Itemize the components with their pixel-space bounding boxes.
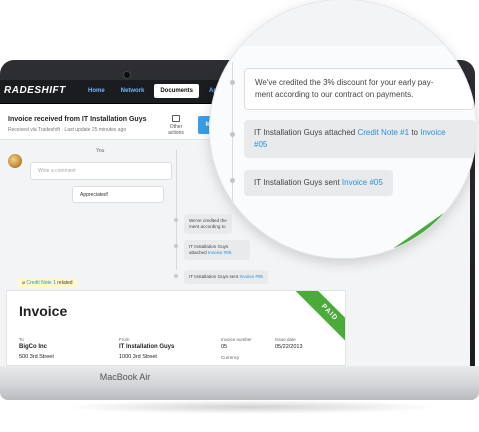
camera-icon (123, 71, 131, 79)
comment-bubble: Appreciated! (72, 186, 164, 203)
related-suffix: related (57, 280, 73, 286)
timeline-line (176, 150, 177, 270)
to-label: To (19, 337, 24, 342)
nav-network[interactable]: Network (115, 84, 151, 98)
laptop-shadow (60, 400, 440, 414)
device-label: MacBook Air (99, 372, 151, 382)
magnified-line: ment according to our contract on paymen… (255, 90, 414, 99)
document-title: Invoice received from IT Installation Gu… (8, 116, 147, 123)
from-label: From (119, 337, 130, 342)
currency-label: Currency (221, 355, 240, 360)
calendar-icon (172, 115, 180, 122)
app-logo: RADESHIFT (4, 85, 66, 96)
credit-note-link[interactable]: Credit Note 1 (26, 280, 55, 286)
invoice-link[interactable]: Invoice (420, 128, 445, 137)
to-name: BigCo Inc (19, 344, 47, 350)
issue-date-label: Issue date (275, 337, 296, 342)
system-message-credit: We've credited the ment according to (184, 214, 232, 234)
from-name: IT Installation Guys (119, 344, 175, 350)
magnified-line: We've credited the 3% discount for your … (255, 78, 434, 87)
to-street: 500 3rd Street (19, 354, 54, 360)
invoice-card: Invoice To BigCo Inc 500 3rd Street From… (6, 290, 346, 366)
magnifier-dot (230, 80, 235, 85)
system-message-attached: IT Installation Guys attached Invoice #0… (184, 240, 250, 260)
system-message-sent: IT Installation Guys sent Invoice #05 (184, 270, 268, 284)
magnified-text: IT Installation Guys sent (254, 178, 340, 187)
nav-documents[interactable]: Documents (154, 84, 200, 98)
magnified-sent-message: IT Installation Guys sent Invoice #05 (244, 170, 393, 196)
main-nav: Home Network Documents Apps (82, 84, 230, 98)
timeline-dot (174, 274, 178, 278)
timeline-dot (174, 218, 178, 222)
you-label: You (96, 148, 105, 154)
invoice-number-link[interactable]: #05 (254, 139, 466, 151)
other-actions-button[interactable]: Other actions (162, 115, 190, 136)
magnified-text: IT Installation Guys attached (254, 128, 356, 137)
comment-input[interactable]: Write a comment (30, 162, 172, 180)
invoice-link[interactable]: Invoice #05 (342, 178, 383, 187)
avatar (8, 154, 22, 168)
system-message-text: IT Installation Guys sent (189, 274, 239, 279)
system-message-line: ment according to (189, 224, 226, 229)
issue-date-value: 05/22/2013 (275, 344, 303, 350)
credit-note-link[interactable]: Credit Note #1 (357, 128, 409, 137)
magnified-attached-message: IT Installation Guys attached Credit Not… (244, 120, 476, 158)
other-actions-label: Other actions (168, 124, 184, 136)
nav-home[interactable]: Home (82, 84, 111, 98)
paperclip-icon: ⌀ (22, 280, 26, 286)
invoice-number-value: 05 (221, 344, 228, 350)
magnifier-dot (230, 132, 235, 137)
timeline-dot (174, 244, 178, 248)
magnifier-dot (230, 178, 235, 183)
invoice-number-label: Invoice number (221, 337, 252, 342)
document-subtitle: Received via Tradeshift · Last update 25… (8, 127, 127, 133)
related-documents: ⌀ Credit Note 1 related (18, 278, 77, 288)
magnifier-timeline (232, 62, 233, 222)
invoice-title: Invoice (19, 303, 68, 319)
magnifier: We've credited the 3% discount for your … (210, 0, 476, 258)
invoice-link[interactable]: Invoice #05 (208, 250, 232, 255)
magnified-credit-message: We've credited the 3% discount for your … (244, 68, 474, 110)
invoice-link[interactable]: Invoice #05 (239, 274, 263, 279)
from-street: 1000 3rd Street (119, 354, 157, 360)
status-badge: PAID (280, 291, 345, 362)
magnified-text: to (411, 128, 418, 137)
magnifier-header (210, 0, 476, 46)
